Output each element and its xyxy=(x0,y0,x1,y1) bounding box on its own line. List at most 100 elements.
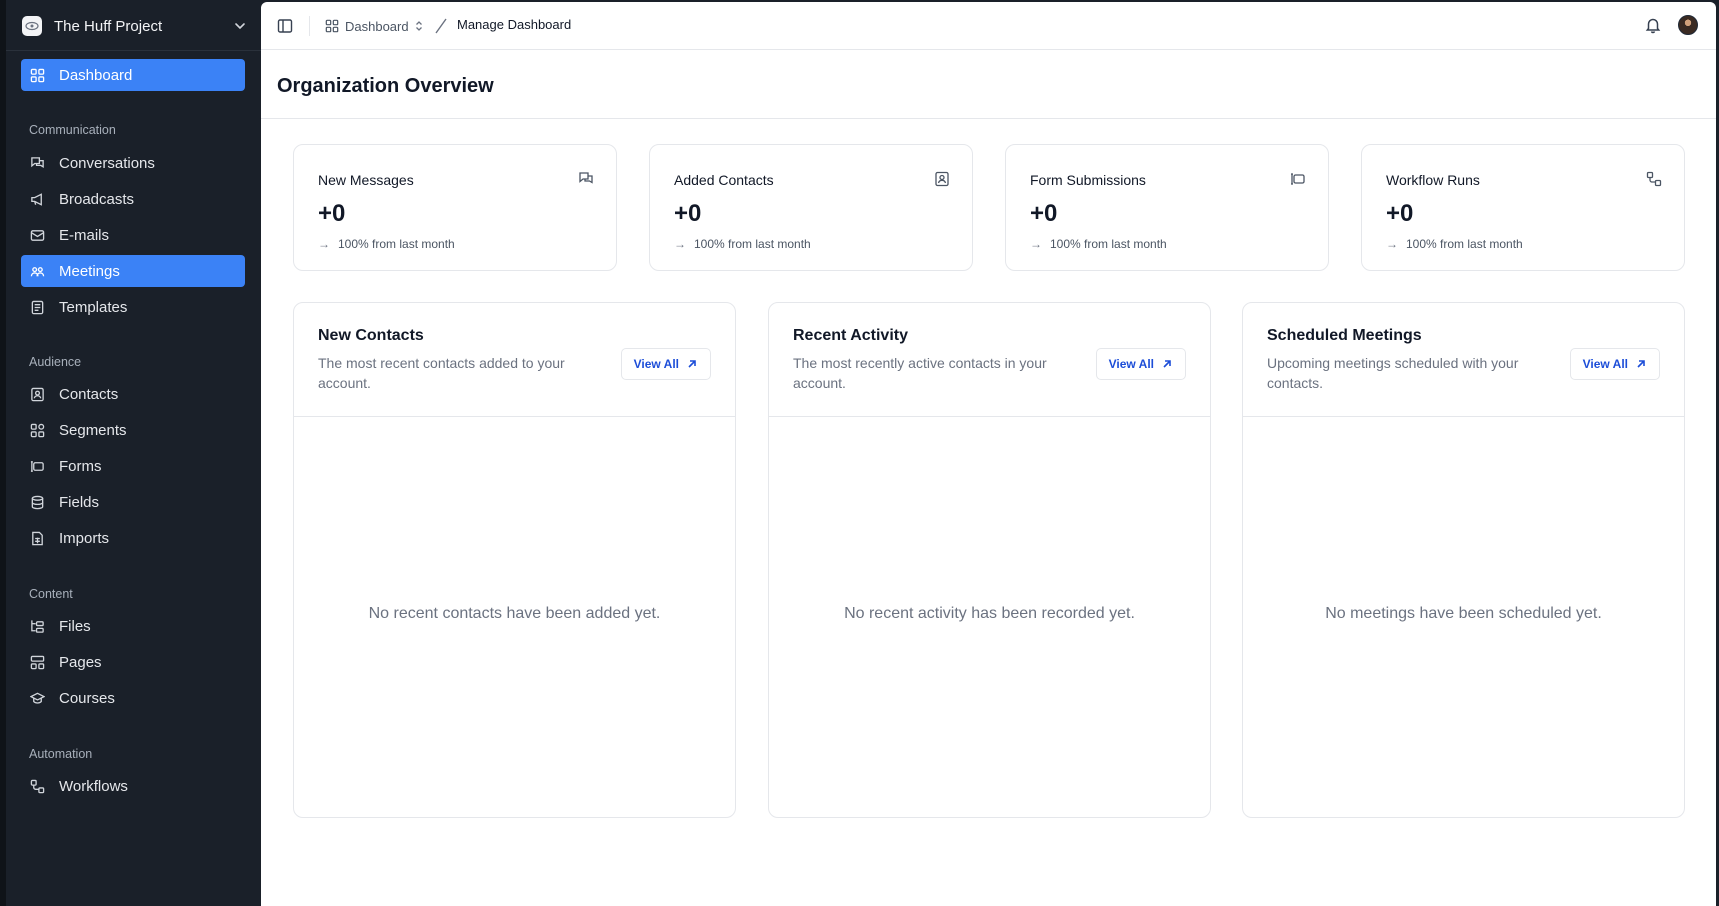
stat-change-text: 100% from last month xyxy=(338,237,455,251)
section-label-communication: Communication xyxy=(29,123,116,137)
workflow-icon xyxy=(29,778,45,794)
dashboard-icon xyxy=(29,67,45,83)
sidebar-item-imports[interactable]: Imports xyxy=(21,522,245,554)
stat-change-text: 100% from last month xyxy=(1050,237,1167,251)
button-label: View All xyxy=(1108,357,1154,371)
avatar[interactable] xyxy=(1678,15,1698,35)
arrow-right-icon: → xyxy=(1386,237,1398,251)
stat-value: +0 xyxy=(674,200,702,227)
stat-value: +0 xyxy=(1030,200,1058,227)
stat-title: Workflow Runs xyxy=(1386,172,1480,188)
breadcrumb-separator-icon xyxy=(435,18,447,34)
main-content: Dashboard Manage Dashboard Organization … xyxy=(261,2,1716,906)
sidebar-toggle-icon[interactable] xyxy=(277,18,293,34)
sidebar-item-label: Meetings xyxy=(59,262,120,280)
arrow-right-icon: → xyxy=(674,237,686,251)
panel-description: The most recent contacts added to your a… xyxy=(318,355,565,391)
sidebar-item-pages[interactable]: Pages xyxy=(21,646,245,678)
stat-change: → 100% from last month xyxy=(1030,237,1167,251)
stat-card-workflow-runs: Workflow Runs +0 → 100% from last month xyxy=(1361,144,1685,271)
sidebar-item-label: Forms xyxy=(59,457,102,475)
sidebar-item-conversations[interactable]: Conversations xyxy=(21,147,245,179)
panel-description: Upcoming meetings scheduled with your co… xyxy=(1267,355,1519,391)
workspace-switcher[interactable]: The Huff Project xyxy=(20,10,252,42)
templates-icon xyxy=(29,299,45,315)
view-all-button[interactable]: View All xyxy=(1569,348,1660,380)
sidebar-item-label: E-mails xyxy=(59,226,110,244)
sidebar-item-label: Templates xyxy=(59,298,128,316)
form-icon xyxy=(1291,173,1305,185)
stat-change-text: 100% from last month xyxy=(1406,237,1523,251)
panel-title: New Contacts xyxy=(318,327,424,344)
sidebar-item-templates[interactable]: Templates xyxy=(21,291,245,323)
breadcrumb-parent: Dashboard xyxy=(345,18,409,34)
contact-icon xyxy=(935,171,949,187)
folder-tree-icon xyxy=(29,618,45,634)
section-label-automation: Automation xyxy=(29,747,93,761)
sidebar-item-meetings[interactable]: Meetings xyxy=(21,255,245,287)
empty-state: No meetings have been scheduled yet. xyxy=(1325,605,1602,622)
breadcrumb-current: Manage Dashboard xyxy=(457,17,572,32)
sidebar-item-contacts[interactable]: Contacts xyxy=(21,378,245,410)
sidebar-item-broadcasts[interactable]: Broadcasts xyxy=(21,183,245,215)
panel-description: The most recently active contacts in you… xyxy=(793,355,1047,391)
stat-card-form-submissions: Form Submissions +0 → 100% from last mont… xyxy=(1005,144,1329,271)
sidebar-item-courses[interactable]: Courses xyxy=(21,682,245,714)
sidebar-item-workflows[interactable]: Workflows xyxy=(21,770,245,802)
button-label: View All xyxy=(1582,357,1628,371)
stat-value: +0 xyxy=(1386,200,1414,227)
arrow-right-icon: → xyxy=(318,237,330,251)
workspace-logo xyxy=(22,16,42,36)
arrow-right-icon: → xyxy=(1030,237,1042,251)
sidebar-divider xyxy=(6,50,261,51)
view-all-button[interactable]: View All xyxy=(620,348,711,380)
stat-title: Form Submissions xyxy=(1030,172,1146,188)
panel-divider xyxy=(769,416,1210,417)
sidebar-item-label: Conversations xyxy=(59,154,155,172)
sidebar-item-fields[interactable]: Fields xyxy=(21,486,245,518)
sidebar-item-dashboard[interactable]: Dashboard xyxy=(21,59,245,91)
sidebar-item-label: Contacts xyxy=(59,385,119,403)
sidebar-item-forms[interactable]: Forms xyxy=(21,450,245,482)
arrow-up-right-icon xyxy=(1163,360,1171,368)
panel-divider xyxy=(294,416,735,417)
sidebar-item-label: Segments xyxy=(59,421,127,439)
sidebar-item-label: Broadcasts xyxy=(59,190,135,208)
sidebar: The Huff Project Dashboard Communication… xyxy=(6,0,261,906)
panel-new-contacts: New Contacts The most recent contacts ad… xyxy=(293,302,736,818)
empty-state: No recent activity has been recorded yet… xyxy=(844,605,1135,622)
conversations-icon xyxy=(29,155,45,171)
stat-title: Added Contacts xyxy=(674,172,774,188)
contact-icon xyxy=(29,386,45,402)
messages-icon xyxy=(579,172,593,184)
page-title: Organization Overview xyxy=(277,75,494,97)
stat-card-added-contacts: Added Contacts +0 → 100% from last month xyxy=(649,144,973,271)
bell-icon[interactable] xyxy=(1644,16,1662,34)
stat-title: New Messages xyxy=(318,172,414,188)
sidebar-item-segments[interactable]: Segments xyxy=(21,414,245,446)
sidebar-item-emails[interactable]: E-mails xyxy=(21,219,245,251)
dashboard-icon xyxy=(325,19,339,33)
stat-change: → 100% from last month xyxy=(1386,237,1523,251)
sidebar-item-label: Workflows xyxy=(59,777,128,795)
sidebar-item-files[interactable]: Files xyxy=(21,610,245,642)
section-label-audience: Audience xyxy=(29,355,82,369)
meetings-icon xyxy=(29,263,45,279)
panel-title: Recent Activity xyxy=(793,327,908,344)
panel-scheduled-meetings: Scheduled Meetings Upcoming meetings sch… xyxy=(1242,302,1685,818)
workflow-icon xyxy=(1646,171,1662,187)
stat-card-new-messages: New Messages +0 → 100% from last month xyxy=(293,144,617,271)
stat-change: → 100% from last month xyxy=(318,237,455,251)
panel-title: Scheduled Meetings xyxy=(1267,327,1422,344)
panel-divider xyxy=(1243,416,1684,417)
view-all-button[interactable]: View All xyxy=(1095,348,1186,380)
workspace-name: The Huff Project xyxy=(54,17,163,35)
breadcrumb-dashboard-switcher[interactable]: Dashboard xyxy=(325,16,425,36)
form-icon xyxy=(29,458,45,474)
stat-change-text: 100% from last month xyxy=(694,237,811,251)
chevron-up-down-icon xyxy=(415,21,422,31)
empty-state: No recent contacts have been added yet. xyxy=(368,605,661,622)
arrow-up-right-icon xyxy=(1637,360,1645,368)
sidebar-item-label: Files xyxy=(59,617,91,635)
arrow-up-right-icon xyxy=(688,360,696,368)
